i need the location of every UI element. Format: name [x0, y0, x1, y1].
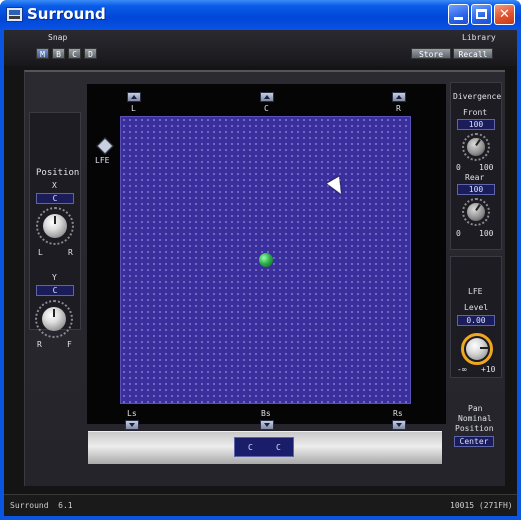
pan-readout-tray: C C: [88, 431, 442, 464]
speaker-lfe-icon[interactable]: [96, 137, 114, 155]
lfe-level-label: Level: [464, 303, 489, 312]
app-icon[interactable]: [6, 7, 23, 22]
front-knob-indicator: [475, 139, 481, 146]
library-label: Library: [462, 33, 496, 42]
rear-value[interactable]: 100: [457, 184, 495, 195]
speaker-r-label: R: [396, 104, 401, 113]
x-knob[interactable]: [43, 214, 67, 238]
window-title: Surround: [27, 5, 106, 23]
snap-button-b[interactable]: B: [52, 48, 65, 59]
pan-nominal-label-1: Pan: [468, 404, 483, 413]
recall-button[interactable]: Recall: [453, 48, 493, 59]
status-bar: Surround 6.1 10015 (271FH): [4, 494, 517, 516]
close-button[interactable]: ✕: [494, 4, 515, 25]
speaker-l-icon[interactable]: [127, 92, 141, 102]
rear-label: Rear: [465, 173, 485, 182]
snap-label: Snap: [48, 33, 68, 42]
pan-position-marker[interactable]: [259, 253, 273, 267]
rear-min-label: 0: [456, 229, 461, 238]
status-left: Surround 6.1: [10, 501, 73, 510]
pan-readout-x: C: [248, 443, 253, 452]
speaker-ls-icon[interactable]: [125, 420, 139, 430]
x-label: X: [52, 181, 57, 190]
x-max-label: R: [68, 248, 73, 257]
speaker-ls-label: Ls: [127, 409, 137, 418]
y-label: Y: [52, 273, 57, 282]
divergence-panel: Divergence Front 100 0 100 Rear 100 0 10…: [450, 82, 502, 250]
top-bar: Snap M B C D Library Store Recall: [4, 30, 517, 66]
y-knob-indicator: [53, 309, 55, 317]
lfe-title: LFE: [468, 287, 483, 296]
snap-button-m[interactable]: M: [36, 48, 49, 59]
pan-nominal-label-2: Nominal: [458, 414, 492, 423]
front-max-label: 100: [479, 163, 494, 172]
lfe-min-label: -∞: [457, 365, 467, 374]
speaker-r-icon[interactable]: [392, 92, 406, 102]
front-min-label: 0: [456, 163, 461, 172]
speaker-bs-label: Bs: [261, 409, 271, 418]
position-title: Position: [36, 168, 80, 178]
lfe-panel: LFE Level 0.00 -∞ +10: [450, 256, 502, 378]
speaker-c-label: C: [264, 104, 269, 113]
maximize-icon: [476, 9, 487, 19]
pan-readout-y: C: [276, 443, 281, 452]
speaker-l-label: L: [131, 104, 136, 113]
x-min-label: L: [38, 248, 43, 257]
front-label: Front: [463, 108, 488, 117]
store-button[interactable]: Store: [411, 48, 451, 59]
x-knob-indicator: [54, 216, 56, 224]
title-bar[interactable]: Surround ✕: [0, 0, 521, 30]
maximize-button[interactable]: [471, 4, 492, 25]
minimize-button[interactable]: [448, 4, 469, 25]
lfe-level-value[interactable]: 0.00: [457, 315, 495, 326]
main-panel: Position X C L R Y C R F L C R LFE Ls Bs…: [24, 70, 505, 486]
speaker-bs-icon[interactable]: [260, 420, 274, 430]
close-icon: ✕: [499, 7, 510, 22]
lfe-knob[interactable]: [466, 338, 488, 360]
snap-button-d[interactable]: D: [84, 48, 97, 59]
cursor-arrow-icon: [326, 176, 348, 198]
y-knob[interactable]: [42, 307, 66, 331]
rear-knob[interactable]: [467, 203, 485, 221]
window-frame: Surround ✕ Snap M B C D Library Store Re…: [0, 0, 521, 520]
pan-nominal-value[interactable]: Center: [454, 436, 494, 447]
speaker-rs-icon[interactable]: [392, 420, 406, 430]
surround-stage: L C R LFE Ls Bs Rs: [87, 84, 446, 430]
front-knob[interactable]: [467, 138, 485, 156]
pan-nominal-label-3: Position: [455, 424, 494, 433]
lfe-knob-indicator: [480, 347, 488, 349]
y-max-label: F: [67, 340, 72, 349]
minimize-icon: [454, 17, 463, 20]
y-min-label: R: [37, 340, 42, 349]
position-panel: Position X C L R Y C: [29, 112, 81, 330]
speaker-c-icon[interactable]: [260, 92, 274, 102]
snap-button-c[interactable]: C: [68, 48, 81, 59]
pan-readout: C C: [234, 437, 294, 457]
front-value[interactable]: 100: [457, 119, 495, 130]
rear-max-label: 100: [479, 229, 494, 238]
divergence-title: Divergence: [453, 92, 502, 101]
pan-field[interactable]: [120, 116, 411, 404]
speaker-rs-label: Rs: [393, 409, 403, 418]
speaker-lfe-label: LFE: [95, 156, 110, 165]
client-area: Snap M B C D Library Store Recall Positi…: [4, 30, 517, 516]
y-value[interactable]: C: [36, 285, 74, 296]
status-right: 10015 (271FH): [450, 501, 513, 510]
rear-knob-indicator: [475, 204, 481, 211]
x-value[interactable]: C: [36, 193, 74, 204]
lfe-max-label: +10: [481, 365, 496, 374]
